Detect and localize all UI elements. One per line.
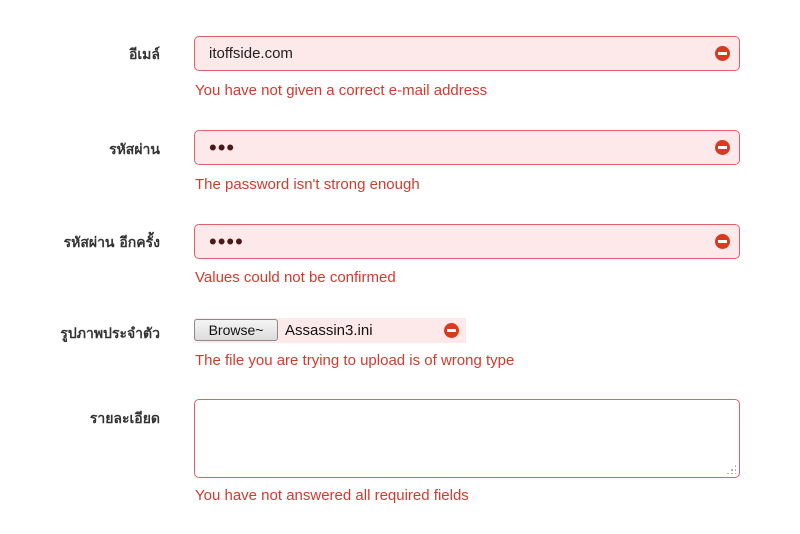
password-value: ••• [209,135,236,160]
details-label: รายละเอียด [89,411,160,427]
error-icon [444,323,459,338]
avatar-error-message: The file you are trying to upload is of … [195,352,515,369]
password-error-message: The password isn't strong enough [195,176,420,193]
error-icon [715,46,730,61]
password-label: รหัสผ่าน [109,142,160,158]
password-confirm-value: •••• [209,229,244,254]
password-field[interactable]: ••• [194,130,740,165]
selected-file-name: Assassin3.ini [285,322,373,339]
avatar-label: รูปภาพประจำตัว [60,326,160,342]
password-confirm-field[interactable]: •••• [194,224,740,259]
details-error-message: You have not answered all required field… [195,487,469,504]
email-field[interactable]: itoffside.com [194,36,740,71]
details-textarea[interactable] [194,399,740,478]
email-label: อีเมล์ [128,47,160,63]
avatar-file-input[interactable]: Browse~ Assassin3.ini [194,318,466,343]
password-confirm-label: รหัสผ่าน อีกครั้ง [63,235,160,251]
password-confirm-error-message: Values could not be confirmed [195,269,396,286]
resize-grip-icon[interactable] [726,464,736,474]
email-value: itoffside.com [209,45,293,62]
error-icon [715,140,730,155]
error-icon [715,234,730,249]
email-error-message: You have not given a correct e-mail addr… [195,82,488,99]
browse-button[interactable]: Browse~ [194,319,278,341]
